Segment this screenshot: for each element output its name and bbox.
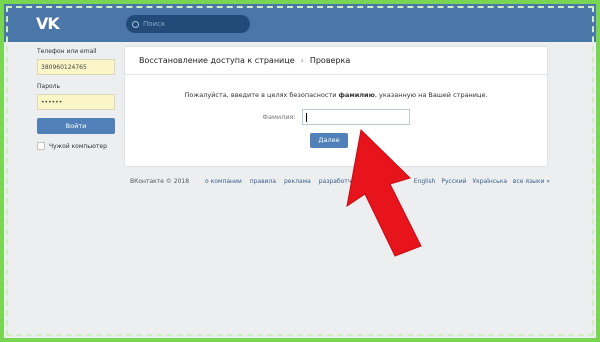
breadcrumb-recovery[interactable]: Восстановление доступа к странице (139, 56, 295, 65)
surname-row: Фамилия: (125, 109, 547, 125)
search-input[interactable]: Поиск (126, 15, 250, 33)
footer-link-about[interactable]: о компании (205, 178, 242, 185)
breadcrumb: Восстановление доступа к странице › Пров… (125, 47, 547, 75)
foreign-computer-checkbox[interactable]: Чужой компьютер (37, 142, 117, 150)
lang-russian[interactable]: Русский (441, 178, 466, 185)
vk-logo[interactable]: VK (36, 14, 60, 33)
top-bar: VK Поиск (4, 4, 596, 42)
surname-label: Фамилия: (262, 113, 296, 121)
message-prefix: Пожалуйста, введите в целях безопасности (184, 91, 339, 99)
security-message: Пожалуйста, введите в целях безопасности… (125, 91, 547, 99)
message-suffix: , указанную на Вашей странице. (374, 91, 488, 99)
foreign-computer-label: Чужой компьютер (49, 142, 107, 150)
footer-link-rules[interactable]: правила (250, 178, 276, 185)
chevron-right-icon: › (300, 56, 304, 65)
search-placeholder: Поиск (143, 20, 166, 28)
lang-all[interactable]: все языки » (513, 178, 550, 185)
phone-label: Телефон или email (37, 48, 97, 55)
login-button[interactable]: Войти (37, 118, 115, 134)
lang-ukrainian[interactable]: Українська (473, 178, 508, 185)
surname-input[interactable] (301, 109, 410, 125)
phone-field[interactable]: 380960124765 (37, 59, 115, 75)
password-field[interactable]: •••••• (37, 94, 115, 110)
red-arrow-annotation (346, 128, 422, 257)
language-links: English Русский Українська все языки » (410, 178, 550, 185)
copyright: ВКонтакте © 2018 (130, 178, 190, 185)
message-bold: фамилию (338, 91, 375, 99)
footer-link-ads[interactable]: реклама (284, 178, 311, 185)
login-form: Телефон или email 380960124765 Пароль ••… (37, 48, 117, 150)
breadcrumb-check: Проверка (309, 56, 351, 65)
password-label: Пароль (37, 83, 61, 90)
search-icon (132, 20, 139, 28)
checkbox-box[interactable] (37, 142, 45, 150)
text-caret (305, 113, 307, 122)
